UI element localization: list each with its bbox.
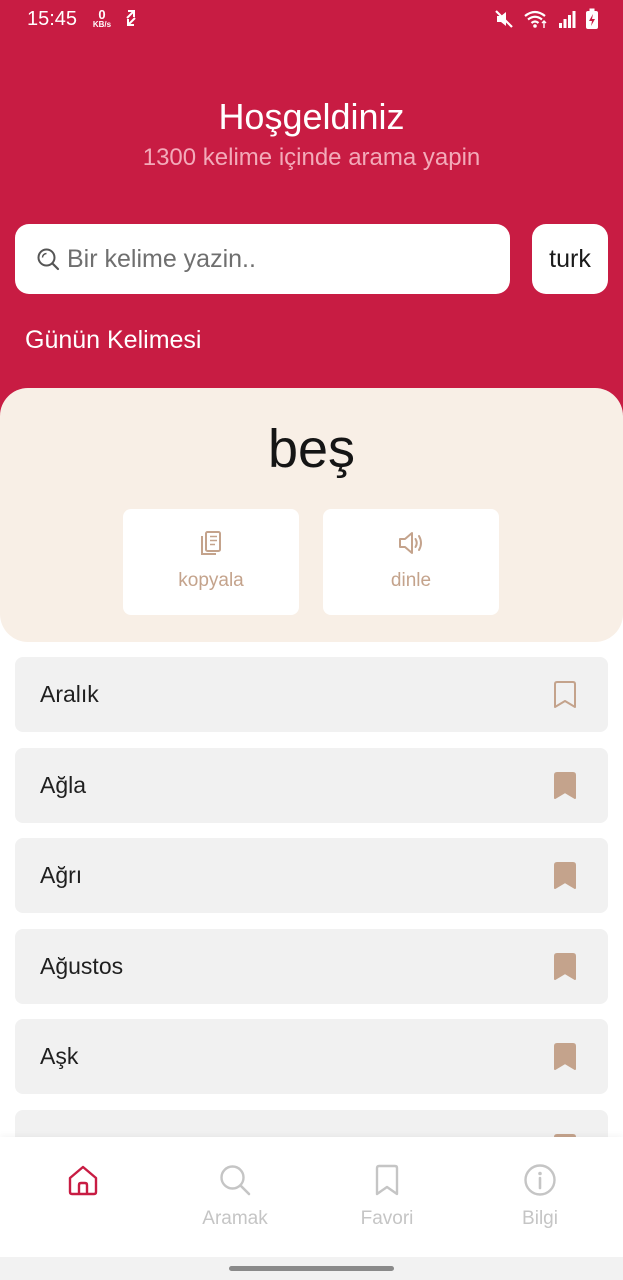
word-text: Aralık (40, 681, 99, 707)
sync-icon (126, 10, 136, 26)
word-row[interactable]: Ağla (15, 747, 608, 823)
copy-icon (201, 531, 221, 555)
word-row[interactable]: Ağrı (15, 838, 608, 913)
gesture-area (0, 1257, 623, 1280)
welcome-title: Hoşgeldiniz (218, 96, 405, 137)
word-row[interactable]: Aralık (15, 657, 608, 732)
word-text: Ağustos (40, 952, 124, 979)
status-time: 15:45 (27, 8, 78, 30)
word-of-the-day-label: Günün Kelimesi (25, 326, 202, 354)
nav-favorites-label: Favori (360, 1208, 414, 1229)
word-row-partial[interactable] (15, 1109, 608, 1137)
nav-home[interactable] (8, 1137, 158, 1257)
signal-icon (559, 11, 576, 28)
app-screen: 15:45 0 KB/s Hoşgeldiniz 1300 kelime içi… (0, 0, 623, 1280)
wifi-icon (524, 10, 547, 28)
word-text: Aşk (40, 1043, 79, 1069)
nav-info[interactable]: Bilgi (465, 1137, 615, 1257)
search-box[interactable] (15, 224, 510, 294)
word-row[interactable]: Aşk (15, 1019, 608, 1094)
mute-icon (495, 10, 513, 28)
home-icon (68, 1165, 98, 1196)
word-of-the-day-card: beş kopyala dinle (0, 388, 623, 642)
listen-label: dinle (390, 570, 432, 591)
status-bar: 15:45 0 KB/s (0, 0, 623, 40)
listen-button[interactable]: dinle (323, 509, 499, 615)
battery-charging-icon (586, 8, 598, 29)
word-list: Aralık Ağla Ağrı Ağustos Aşk (15, 657, 608, 1137)
language-button[interactable]: turk (532, 224, 608, 294)
copy-label: kopyala (178, 570, 244, 591)
copy-button[interactable]: kopyala (123, 509, 299, 615)
bookmark-filled-icon[interactable] (551, 861, 579, 891)
bookmark-outline-icon[interactable] (551, 680, 579, 710)
word-of-the-day: beş (267, 419, 356, 479)
word-text: Ağrı (40, 862, 83, 888)
search-icon (37, 248, 60, 271)
welcome-subtitle: 1300 kelime içinde arama yapin (142, 144, 481, 171)
network-speed-unit: KB/s (92, 20, 112, 29)
word-row[interactable]: Ağustos (15, 928, 608, 1004)
search-input[interactable] (67, 224, 497, 294)
bottom-navigation: Aramak Favori Bilgi (0, 1137, 623, 1257)
nav-search-label: Aramak (202, 1208, 268, 1229)
network-speed: 0 KB/s (90, 8, 114, 29)
nav-search[interactable]: Aramak (160, 1137, 310, 1257)
nav-info-label: Bilgi (522, 1208, 558, 1229)
header: 15:45 0 KB/s Hoşgeldiniz 1300 kelime içi… (0, 0, 623, 420)
status-icons (494, 8, 599, 30)
search-icon (220, 1165, 251, 1196)
bookmark-filled-icon[interactable] (551, 952, 579, 982)
nav-favorites[interactable]: Favori (312, 1137, 462, 1257)
bookmark-filled-icon[interactable] (551, 1042, 579, 1072)
info-icon (524, 1164, 556, 1196)
bookmark-icon (375, 1164, 399, 1196)
bookmark-filled-icon[interactable] (551, 771, 579, 801)
word-text: Ağla (40, 771, 87, 798)
speaker-icon (399, 532, 422, 554)
gesture-handle[interactable] (229, 1266, 394, 1271)
